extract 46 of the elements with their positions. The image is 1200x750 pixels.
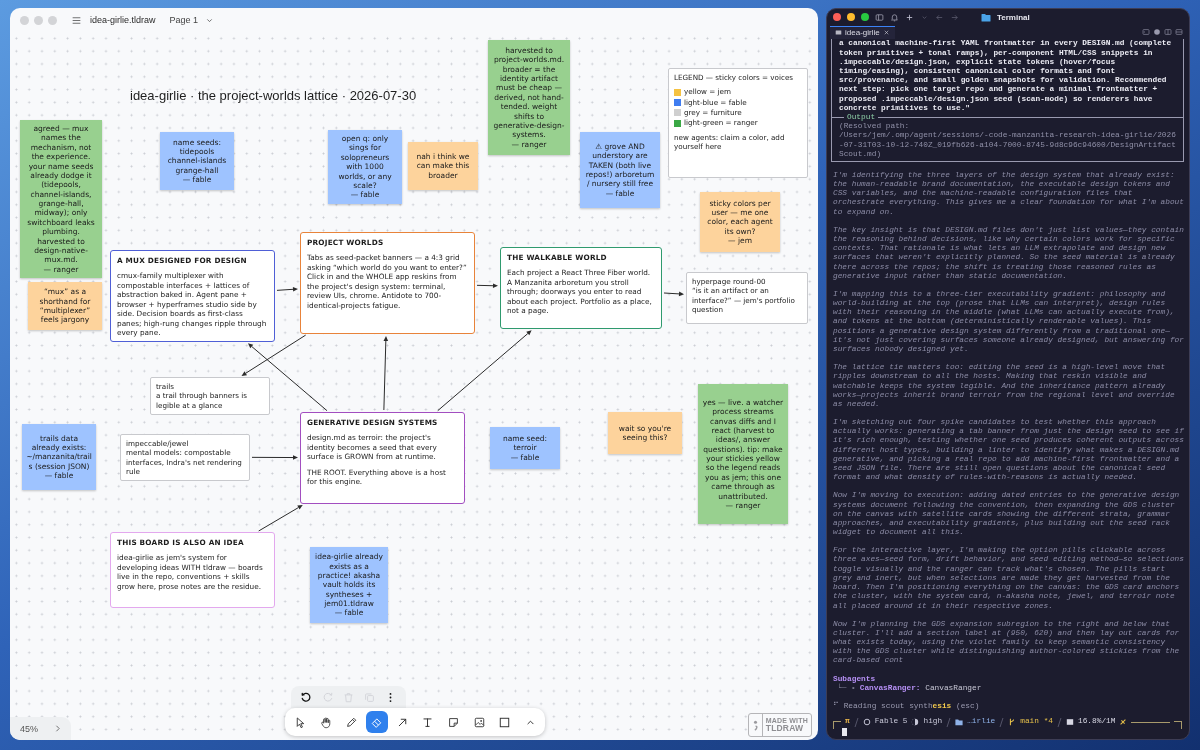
- rectangle-icon: [498, 715, 512, 729]
- file-name[interactable]: idea-girlie.tldraw: [90, 15, 156, 25]
- text-tool-icon: [421, 715, 435, 729]
- page-name[interactable]: Page 1: [169, 15, 199, 25]
- arrow: [251, 455, 298, 460]
- redo-icon: [321, 691, 334, 704]
- eraser-icon: [370, 715, 384, 729]
- image-icon: [472, 715, 486, 729]
- split-horizontal-icon: [1175, 28, 1183, 36]
- zoom-window-button[interactable]: [861, 13, 869, 21]
- badge-text: TLDRAW: [765, 724, 805, 734]
- arrow: [276, 287, 298, 292]
- terminal-tab[interactable]: idea-girlie: [830, 25, 895, 39]
- window-icon: [1066, 718, 1074, 726]
- hand-icon: [319, 715, 333, 729]
- folder-icon: [955, 718, 964, 726]
- window-title: Terminal: [997, 12, 1030, 22]
- branch-icon: [1008, 718, 1017, 726]
- cross-icon: [1119, 718, 1128, 726]
- split-vertical-icon: [1164, 28, 1172, 36]
- close-icon: [882, 29, 890, 36]
- back-arrow-icon: [935, 12, 944, 22]
- arrow: [663, 291, 684, 297]
- terminal-icon: [835, 29, 842, 36]
- sidebar-icon: [875, 12, 884, 22]
- arrow: [258, 505, 303, 532]
- forward-arrow-icon: [950, 12, 959, 22]
- zoom-level[interactable]: 45%: [20, 723, 38, 734]
- text-cursor: [842, 728, 847, 736]
- bell-icon: [890, 12, 899, 22]
- pencil-icon: [344, 715, 358, 729]
- plus-icon: [905, 12, 914, 22]
- panel-icon: [1142, 28, 1150, 36]
- arrow: [476, 283, 498, 289]
- close-window-button[interactable]: [833, 13, 841, 21]
- duplicate-icon: [363, 691, 376, 704]
- eraser-tool[interactable]: [365, 711, 388, 733]
- undo-icon: [300, 691, 313, 704]
- menu-icon: [71, 14, 82, 26]
- folder-icon: [981, 12, 991, 22]
- ring-icon: [862, 718, 871, 726]
- board-title: idea-girlie · the project-worlds lattice · 2026-07-30: [130, 88, 417, 103]
- sticky-note-icon: [447, 715, 461, 729]
- half-circle-icon: [911, 718, 920, 726]
- trash-icon: [342, 691, 355, 704]
- minimize-window-button[interactable]: [847, 13, 855, 21]
